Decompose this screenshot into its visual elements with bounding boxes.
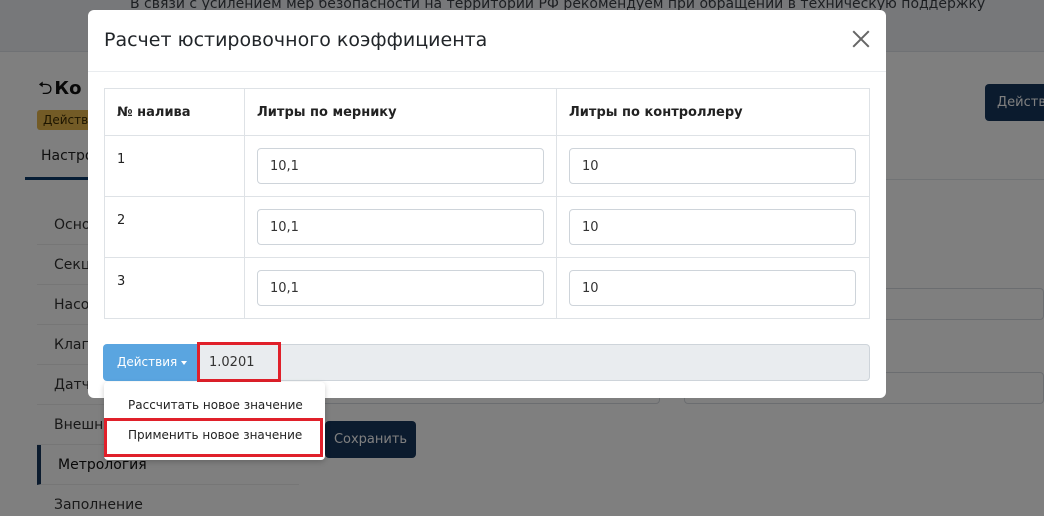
modal-title: Расчет юстировочного коэффициента (104, 29, 488, 51)
column-header-controller-liters: Литры по контроллеру (556, 88, 870, 136)
highlight-apply (104, 418, 323, 457)
table-row: 1 (104, 135, 870, 197)
calibration-table: № налива Литры по мернику Литры по контр… (104, 88, 870, 319)
table-row: 2 (104, 196, 870, 258)
table-row: 3 (104, 257, 870, 319)
coefficient-input[interactable] (197, 344, 870, 381)
controller-liters-input[interactable] (569, 148, 856, 184)
pour-number: 2 (104, 196, 245, 258)
column-header-meter-liters: Литры по мернику (244, 88, 557, 136)
caret-down-icon (181, 360, 188, 365)
calibration-modal: Расчет юстировочного коэффициента № нали… (88, 10, 886, 398)
pour-number: 3 (104, 257, 245, 319)
controller-liters-input[interactable] (569, 209, 856, 245)
controller-liters-input[interactable] (569, 270, 856, 306)
highlight-coefficient (197, 342, 281, 382)
meter-liters-input[interactable] (257, 209, 544, 245)
column-header-pour-number: № налива (104, 88, 245, 136)
close-icon[interactable] (850, 28, 872, 50)
actions-dropdown-label: Действия (117, 355, 178, 369)
meter-liters-input[interactable] (257, 148, 544, 184)
menu-item-calculate[interactable]: Рассчитать новое значение (104, 390, 325, 420)
actions-dropdown-button[interactable]: Действия (103, 344, 197, 381)
modal-header: Расчет юстировочного коэффициента (88, 10, 886, 72)
meter-liters-input[interactable] (257, 270, 544, 306)
pour-number: 1 (104, 135, 245, 197)
